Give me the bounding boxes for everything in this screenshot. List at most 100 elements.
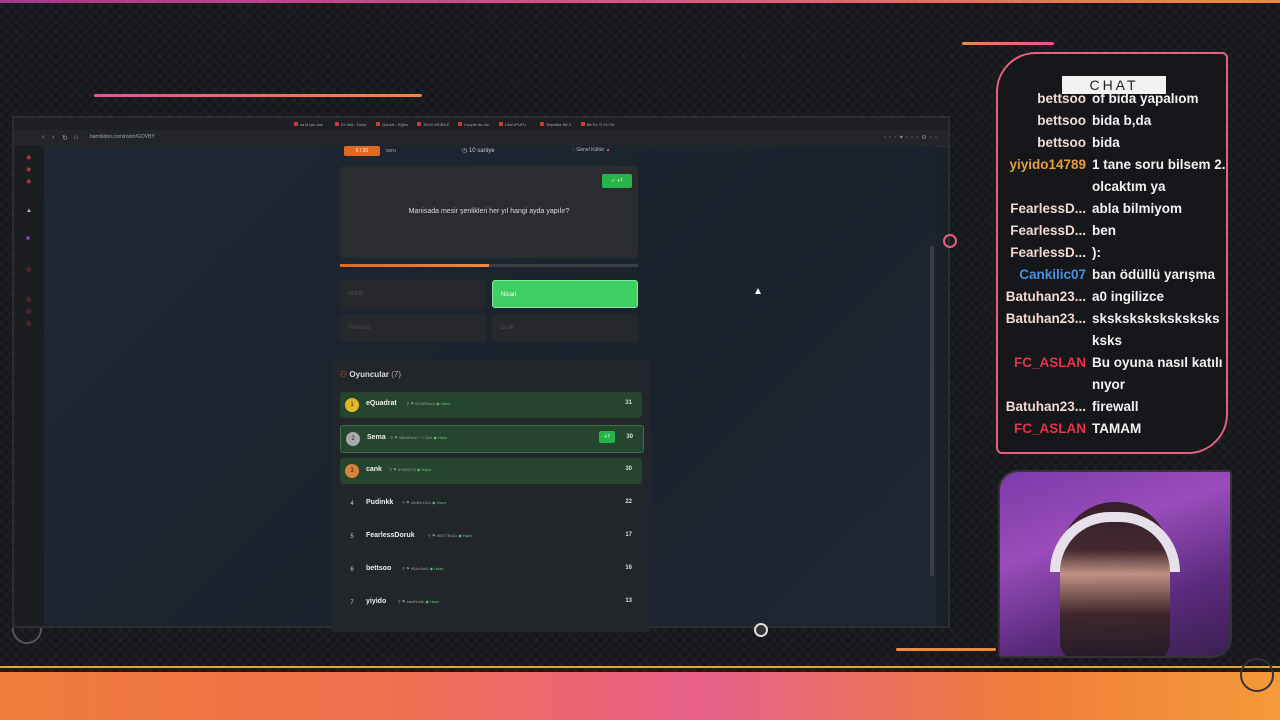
- chat-username[interactable]: Batuhan23...: [998, 396, 1092, 418]
- player-row: 1 eQuadrat ⚲ ⚑ #93d99ac3 ◉ Hazır 31: [340, 392, 642, 418]
- player-name: bettsoo: [366, 565, 392, 572]
- chat-username[interactable]: FC_ASLAN: [998, 418, 1092, 440]
- twitch-icon[interactable]: ■: [26, 236, 30, 242]
- chat-message: yiyido14789 1 tane soru bilsem 2. olcaktı…: [998, 154, 1226, 198]
- chat-message: bettsoo bida: [998, 132, 1226, 154]
- ready-icon: ◉: [458, 533, 462, 538]
- browser-tab[interactable]: Yeşetilse Bir li: [540, 120, 571, 128]
- extension-icons[interactable]: ▫▫▫♥▫▫▫⚙▫▫: [884, 134, 940, 141]
- player-row: 3 cank ⚲ ⚑ #7883270 ◉ Hazır 30: [340, 458, 642, 484]
- chat-username[interactable]: Batuhan23...: [998, 286, 1092, 308]
- top-accent-stripe: [0, 0, 1280, 3]
- player-row: 2 Sema ⚲ ⚑ #8b4Fa4e7 ⚇ Sen ◉ Hazır +7 30: [340, 425, 644, 453]
- tab-favicon-icon: [335, 122, 339, 126]
- answer-option[interactable]: Aralık: [340, 280, 486, 308]
- crown-icon: ⚑: [401, 599, 406, 604]
- flag-icon[interactable]: ▲: [606, 147, 611, 153]
- player-rank: 3: [345, 464, 359, 478]
- bottom-accent-line: [0, 666, 1280, 668]
- browser-tab[interactable]: JEUX MOBILE: [417, 120, 449, 128]
- accent-line: [962, 42, 1054, 45]
- crown-icon: ⚑: [393, 467, 397, 472]
- player-id: #54e4cd4: [410, 566, 429, 571]
- tab-favicon-icon: [540, 122, 544, 126]
- chat-message-text: ):: [1092, 245, 1101, 260]
- crown-icon: ⚑: [406, 500, 410, 505]
- timer-progress-bar: [340, 264, 638, 267]
- ready-icon: ◉: [425, 599, 429, 604]
- browser-tab[interactable]: En İlkit - Turke: [335, 120, 367, 128]
- check-icon: ✓: [611, 178, 616, 184]
- browser-tab[interactable]: Couple du mo: [458, 120, 489, 128]
- player-score: 30: [625, 466, 632, 472]
- player-name: Sema: [367, 434, 386, 441]
- sidebar-app-icon[interactable]: ◉: [26, 178, 31, 185]
- player-id: #7883270: [397, 467, 416, 472]
- browser-tab[interactable]: LikeUPUFU: [499, 120, 526, 128]
- ready-icon: ◉: [429, 566, 434, 571]
- crown-icon: ⚑: [406, 566, 410, 571]
- chat-username[interactable]: Batuhan23...: [998, 308, 1092, 352]
- tab-favicon-icon: [417, 122, 421, 126]
- player-score: 31: [625, 400, 632, 406]
- sidebar-app-icon[interactable]: ◉: [26, 166, 31, 173]
- url-field[interactable]: bambidoo.com/room/GOVBY: [90, 134, 155, 140]
- reload-icon[interactable]: ↻: [62, 134, 68, 142]
- score-gain-badge: +7: [599, 431, 615, 443]
- sidebar-app-icon[interactable]: ◉: [26, 154, 31, 161]
- chat-message-text: TAMAM: [1092, 421, 1142, 436]
- browser-tab[interactable]: Quizbit - Eğlen: [376, 120, 408, 128]
- user-icon: ⚲: [406, 401, 410, 406]
- player-name: FearlessDoruk: [366, 532, 415, 539]
- chat-username[interactable]: bettsoo: [998, 132, 1092, 154]
- chat-username[interactable]: FearlessD...: [998, 220, 1092, 242]
- chat-username[interactable]: FearlessD...: [998, 242, 1092, 264]
- sidebar-app-icon[interactable]: ◎: [26, 320, 31, 327]
- quiz-status-bar: 5 / 20 soru ◷ 10 saniye ◌ Genel Kültür ▲: [340, 146, 644, 158]
- chat-message-text: a0 ingilizce: [1092, 289, 1165, 304]
- mouse-cursor: [755, 288, 761, 294]
- browser-tab[interactable]: sa ki için ann: [294, 120, 323, 128]
- user-icon: ⚲: [397, 599, 401, 604]
- question-progress-label: soru: [386, 148, 396, 154]
- answer-option[interactable]: Nisan: [492, 280, 638, 308]
- page-scrollbar[interactable]: [930, 246, 934, 576]
- timer-unit: saniye: [477, 148, 495, 154]
- player-rank: 6: [350, 567, 354, 573]
- browser-tab[interactable]: Bir Ev Tİ Ol Tür: [581, 120, 614, 128]
- player-status: Hazır: [462, 533, 473, 538]
- tab-favicon-icon: [294, 122, 298, 126]
- question-progress-badge: 5 / 20: [344, 146, 380, 156]
- forward-icon[interactable]: ›: [52, 134, 54, 141]
- answer-option[interactable]: Temmuz: [340, 314, 486, 342]
- answer-option[interactable]: Ocak: [492, 314, 638, 342]
- home-icon[interactable]: ⌂: [74, 134, 78, 141]
- chat-username[interactable]: bettsoo: [998, 110, 1092, 132]
- sidebar-app-icon[interactable]: ▲: [26, 208, 32, 214]
- bottom-decorative-band: [0, 672, 1280, 720]
- player-status: Hazır: [421, 467, 432, 472]
- question-text: Manisada mesir şenlikleri her yıl hangi …: [408, 208, 570, 215]
- user-icon: ⚲: [402, 500, 406, 505]
- browser-sidebar: ◉ ◉ ◉ ▲ ■ ◎ ◎ ◎ ◎: [14, 146, 44, 626]
- chat-message: Batuhan23... firewall: [998, 396, 1226, 418]
- chat-message: Cankilic07 ban ödüllü yarışma: [998, 264, 1226, 286]
- chat-username[interactable]: FearlessD...: [998, 198, 1092, 220]
- player-meta: ⚲ ⚑ #8d6e1344 ◉ Hazır: [402, 500, 446, 505]
- player-row: 5 FearlessDoruk ⚲ ⚑ #6577Ba21 ◉ Hazır 17: [340, 524, 642, 550]
- sidebar-app-icon[interactable]: ◎: [26, 266, 31, 273]
- back-icon[interactable]: ‹: [42, 134, 44, 141]
- chat-message-text: ben: [1092, 223, 1117, 238]
- self-icon: ⚇: [420, 435, 424, 440]
- player-rank: 2: [346, 432, 360, 446]
- sidebar-app-icon[interactable]: ◎: [26, 308, 31, 315]
- chat-title: CHAT: [1062, 76, 1166, 94]
- sidebar-app-icon[interactable]: ◎: [26, 296, 31, 303]
- player-row: 7 yiyido ⚲ ⚑ #aeff1a4b ◉ Hazır 13: [340, 590, 642, 616]
- chat-username[interactable]: FC_ASLAN: [998, 352, 1092, 396]
- ready-icon: ◉: [433, 435, 437, 440]
- chat-username[interactable]: Cankilic07: [998, 264, 1092, 286]
- chat-username[interactable]: yiyido14789: [998, 154, 1092, 198]
- clock-icon: ◷: [462, 148, 468, 154]
- player-status: Hazır: [440, 401, 451, 406]
